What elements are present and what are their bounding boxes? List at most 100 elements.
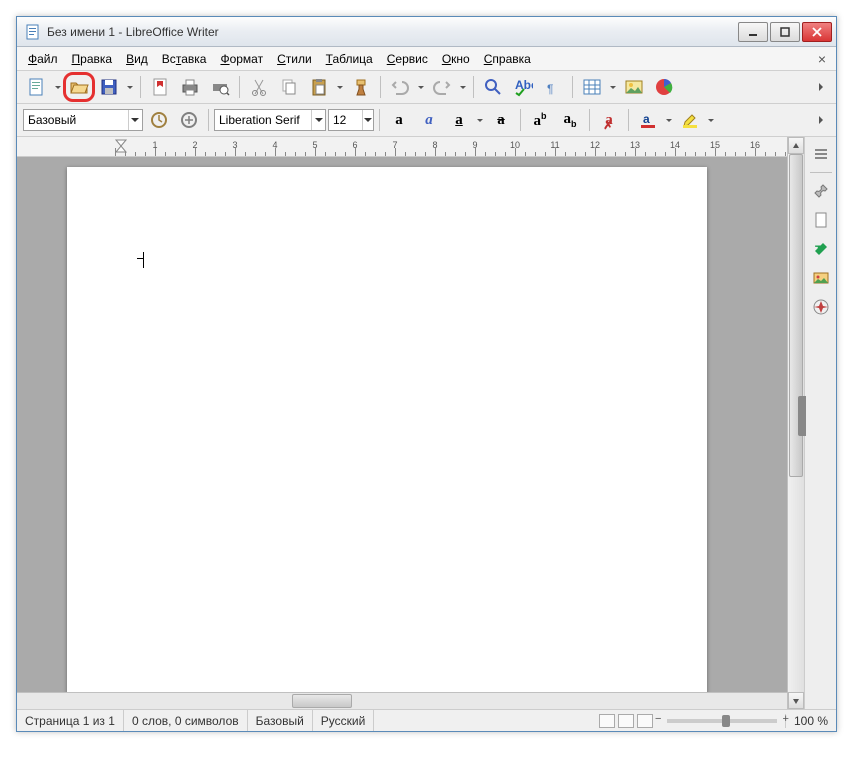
clear-formatting-button[interactable]: a✗: [595, 107, 623, 133]
export-pdf-button[interactable]: [146, 74, 174, 100]
undo-button[interactable]: [386, 74, 414, 100]
app-window: Без имени 1 - LibreOffice Writer ФайлПра…: [16, 16, 837, 732]
menu-таблица[interactable]: Таблица: [319, 49, 380, 69]
highlight-dropdown[interactable]: [706, 116, 716, 125]
font-size-combo[interactable]: [328, 109, 374, 131]
paste-button[interactable]: [305, 74, 333, 100]
insert-image-button[interactable]: [620, 74, 648, 100]
open-button[interactable]: [65, 74, 93, 100]
view-layout-buttons: [593, 714, 659, 728]
vertical-scrollbar[interactable]: [787, 137, 804, 709]
status-page[interactable]: Страница 1 из 1: [17, 710, 124, 731]
horizontal-scrollbar[interactable]: [17, 692, 787, 709]
subscript-button[interactable]: ab: [556, 107, 584, 133]
undo-dropdown[interactable]: [416, 83, 426, 92]
clone-formatting-button[interactable]: [347, 74, 375, 100]
close-button[interactable]: [802, 22, 832, 42]
hscroll-thumb[interactable]: [292, 694, 352, 708]
svg-text:a: a: [643, 112, 650, 126]
zoom-knob[interactable]: [722, 715, 730, 727]
view-single-page-button[interactable]: [599, 714, 615, 728]
formatting-marks-button[interactable]: ¶: [539, 74, 567, 100]
paragraph-style-combo[interactable]: [23, 109, 143, 131]
menu-окно[interactable]: Окно: [435, 49, 477, 69]
work-area: 12345678910111213141516 T: [17, 137, 836, 709]
new-style-button[interactable]: [175, 107, 203, 133]
menu-правка[interactable]: Правка: [65, 49, 120, 69]
maximize-button[interactable]: [770, 22, 800, 42]
font-size-dropdown[interactable]: [362, 110, 373, 130]
sidebar-page-button[interactable]: [808, 207, 834, 233]
font-name-combo[interactable]: [214, 109, 326, 131]
writer-doc-icon: [25, 24, 41, 40]
print-button[interactable]: [176, 74, 204, 100]
scroll-down-button[interactable]: [788, 692, 804, 709]
save-dropdown[interactable]: [125, 83, 135, 92]
page[interactable]: [67, 167, 707, 692]
zoom-out-button[interactable]: −: [655, 713, 661, 725]
view-book-button[interactable]: [637, 714, 653, 728]
status-page-style[interactable]: Базовый: [248, 710, 313, 731]
menu-справка[interactable]: Справка: [477, 49, 538, 69]
sidebar-navigator-button[interactable]: [808, 294, 834, 320]
insert-table-button[interactable]: [578, 74, 606, 100]
font-size-input[interactable]: [329, 113, 362, 127]
zoom-slider[interactable]: − +: [667, 719, 777, 723]
document-viewport[interactable]: [17, 157, 787, 692]
superscript-button[interactable]: ab: [526, 107, 554, 133]
save-button[interactable]: [95, 74, 123, 100]
underline-button[interactable]: a: [445, 107, 473, 133]
spellcheck-button[interactable]: Abc: [509, 74, 537, 100]
table-dropdown[interactable]: [608, 83, 618, 92]
sidebar-properties-button[interactable]: [808, 178, 834, 204]
sidebar: T: [804, 137, 836, 709]
horizontal-ruler[interactable]: 12345678910111213141516: [17, 137, 787, 157]
copy-button[interactable]: [275, 74, 303, 100]
font-color-dropdown[interactable]: [664, 116, 674, 125]
minimize-button[interactable]: [738, 22, 768, 42]
font-name-input[interactable]: [215, 113, 311, 127]
zoom-in-button[interactable]: +: [783, 713, 789, 725]
menu-вставка[interactable]: Вставка: [155, 49, 214, 69]
sidebar-styles-button[interactable]: T: [808, 236, 834, 262]
menu-формат[interactable]: Формат: [213, 49, 270, 69]
insert-chart-button[interactable]: [650, 74, 678, 100]
menu-стили[interactable]: Стили: [270, 49, 319, 69]
cut-button[interactable]: [245, 74, 273, 100]
zoom-value[interactable]: 100 %: [785, 714, 836, 728]
font-name-dropdown[interactable]: [311, 110, 325, 130]
formatting-overflow[interactable]: [816, 108, 830, 132]
statusbar: Страница 1 из 1 0 слов, 0 символов Базов…: [17, 709, 836, 731]
document-close-icon[interactable]: ×: [812, 48, 832, 70]
paste-dropdown[interactable]: [335, 83, 345, 92]
sidebar-settings-button[interactable]: [808, 141, 834, 167]
print-preview-button[interactable]: [206, 74, 234, 100]
underline-dropdown[interactable]: [475, 116, 485, 125]
sidebar-expand-handle[interactable]: [798, 396, 806, 436]
menu-сервис[interactable]: Сервис: [380, 49, 435, 69]
paragraph-style-dropdown[interactable]: [128, 110, 142, 130]
strikethrough-button[interactable]: a: [487, 107, 515, 133]
status-wordcount[interactable]: 0 слов, 0 символов: [124, 710, 248, 731]
redo-button[interactable]: [428, 74, 456, 100]
status-language[interactable]: Русский: [313, 710, 375, 731]
new-doc-dropdown[interactable]: [53, 83, 63, 92]
highlight-button[interactable]: [676, 107, 704, 133]
toolbar-overflow[interactable]: [816, 75, 830, 99]
paragraph-style-input[interactable]: [24, 113, 128, 127]
svg-text:¶: ¶: [547, 82, 553, 96]
menu-файл[interactable]: Файл: [21, 49, 65, 69]
new-doc-button[interactable]: [23, 74, 51, 100]
text-cursor: [143, 252, 144, 268]
font-color-button[interactable]: a: [634, 107, 662, 133]
find-replace-button[interactable]: [479, 74, 507, 100]
view-multi-page-button[interactable]: [618, 714, 634, 728]
formatting-toolbar: a a a a ab ab a✗ a: [17, 104, 836, 137]
sidebar-gallery-button[interactable]: [808, 265, 834, 291]
update-style-button[interactable]: [145, 107, 173, 133]
bold-button[interactable]: a: [385, 107, 413, 133]
scroll-up-button[interactable]: [788, 137, 804, 154]
menu-вид[interactable]: Вид: [119, 49, 155, 69]
italic-button[interactable]: a: [415, 107, 443, 133]
redo-dropdown[interactable]: [458, 83, 468, 92]
